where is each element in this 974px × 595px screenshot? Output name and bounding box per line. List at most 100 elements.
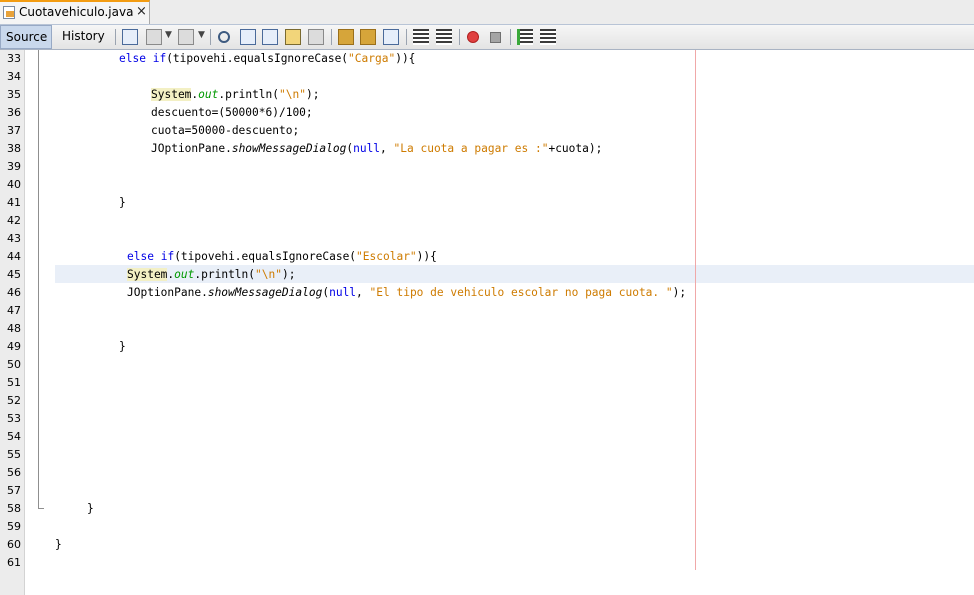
- close-tab-icon[interactable]: ×: [136, 4, 147, 19]
- keyword-token: if: [152, 52, 167, 65]
- keyword-token: null: [329, 286, 357, 299]
- code-line-37[interactable]: cuota=50000-descuento;: [151, 122, 299, 140]
- line-number: 44: [7, 250, 21, 263]
- line-number: 41: [7, 196, 21, 209]
- line-number: 37: [7, 124, 21, 137]
- line-number: 57: [7, 484, 21, 497]
- source-mode-button[interactable]: Source: [0, 25, 52, 49]
- forward-dropdown-icon[interactable]: ▼: [198, 30, 205, 40]
- code-line-45[interactable]: System.out.println("\n");: [127, 266, 295, 284]
- toolbar-separator: [459, 29, 460, 45]
- find-icon[interactable]: [218, 31, 230, 43]
- start-macro-recording-icon[interactable]: [467, 31, 479, 43]
- toggle-rectangular-selection-icon[interactable]: [308, 29, 324, 45]
- line-number: 38: [7, 142, 21, 155]
- toolbar-separator: [406, 29, 407, 45]
- line-number: 51: [7, 376, 21, 389]
- string-token: "Escolar": [356, 250, 417, 263]
- history-mode-button[interactable]: History: [57, 25, 109, 49]
- line-number: 39: [7, 160, 21, 173]
- file-tab-title[interactable]: Cuotavehiculo.java: [19, 5, 133, 19]
- fold-guide-end: [38, 508, 44, 509]
- code-line-38[interactable]: JOptionPane.showMessageDialog(null, "La …: [151, 140, 602, 158]
- toolbar-separator: [115, 29, 116, 45]
- uncomment-icon[interactable]: [540, 29, 556, 45]
- code-token: );: [305, 88, 320, 101]
- code-line-46[interactable]: JOptionPane.showMessageDialog(null, "El …: [127, 284, 686, 302]
- line-number: 61: [7, 556, 21, 569]
- fold-margin: [25, 50, 45, 595]
- code-token: (tipovehi.equalsIgnoreCase(: [174, 250, 357, 263]
- code-token: );: [672, 286, 687, 299]
- line-number: 56: [7, 466, 21, 479]
- comment-icon[interactable]: [517, 29, 533, 45]
- code-line-44[interactable]: else if(tipovehi.equalsIgnoreCase("Escol…: [127, 248, 437, 266]
- code-token: (tipovehi.equalsIgnoreCase(: [166, 52, 349, 65]
- field-token: out: [174, 268, 195, 281]
- code-line-49[interactable]: }: [119, 338, 126, 356]
- method-token: showMessageDialog: [231, 142, 347, 155]
- previous-bookmark-icon[interactable]: [338, 29, 354, 45]
- editor-tab-bar: Cuotavehiculo.java ×: [0, 0, 974, 25]
- editor-toolbar: Source History ▼ ▼: [0, 25, 974, 50]
- last-edit-icon[interactable]: [122, 29, 138, 45]
- code-token: )){: [416, 250, 437, 263]
- next-bookmark-icon[interactable]: [360, 29, 376, 45]
- file-tab[interactable]: Cuotavehiculo.java ×: [0, 0, 150, 24]
- code-line-41[interactable]: }: [119, 194, 126, 212]
- code-token: JOptionPane.: [127, 286, 208, 299]
- line-number: 45: [7, 268, 21, 281]
- code-line-36[interactable]: descuento=(50000*6)/100;: [151, 104, 313, 122]
- line-number: 53: [7, 412, 21, 425]
- keyword-token: if: [160, 250, 175, 263]
- string-token: "\n": [279, 88, 306, 101]
- string-token: "Carga": [348, 52, 396, 65]
- line-number: 52: [7, 394, 21, 407]
- line-number: 43: [7, 232, 21, 245]
- highlighted-identifier: System: [151, 88, 192, 101]
- line-number: 50: [7, 358, 21, 371]
- line-number: 48: [7, 322, 21, 335]
- code-line-58[interactable]: }: [87, 500, 94, 518]
- line-number: 40: [7, 178, 21, 191]
- forward-icon[interactable]: [178, 29, 194, 45]
- code-line-60[interactable]: }: [55, 536, 62, 554]
- java-file-icon: [3, 6, 15, 19]
- highlighted-identifier: System: [127, 268, 168, 281]
- back-dropdown-icon[interactable]: ▼: [165, 30, 172, 40]
- line-number: 33: [7, 52, 21, 65]
- code-line-33[interactable]: else if(tipovehi.equalsIgnoreCase("Carga…: [119, 50, 415, 68]
- string-token: "El tipo de vehiculo escolar no paga cuo…: [369, 286, 673, 299]
- right-margin-line: [695, 50, 696, 570]
- keyword-token: else: [119, 52, 146, 65]
- line-number: 59: [7, 520, 21, 533]
- code-line-35[interactable]: System.out.println("\n");: [151, 86, 319, 104]
- stop-macro-recording-icon[interactable]: [490, 32, 501, 43]
- keyword-token: else: [127, 250, 154, 263]
- method-token: showMessageDialog: [207, 286, 323, 299]
- toggle-bookmark-icon[interactable]: [383, 29, 399, 45]
- line-number: 34: [7, 70, 21, 83]
- code-token: +cuota);: [548, 142, 603, 155]
- find-previous-icon[interactable]: [240, 29, 256, 45]
- line-number: 58: [7, 502, 21, 515]
- line-number: 60: [7, 538, 21, 551]
- line-number: 36: [7, 106, 21, 119]
- code-token: JOptionPane.: [151, 142, 232, 155]
- code-token: ,: [380, 142, 394, 155]
- shift-left-icon[interactable]: [413, 29, 429, 45]
- toolbar-separator: [331, 29, 332, 45]
- line-number: 47: [7, 304, 21, 317]
- code-token: .println(: [218, 88, 280, 101]
- shift-right-icon[interactable]: [436, 29, 452, 45]
- find-next-icon[interactable]: [262, 29, 278, 45]
- toolbar-separator: [210, 29, 211, 45]
- line-number: 49: [7, 340, 21, 353]
- string-token: "La cuota a pagar es :": [393, 142, 549, 155]
- code-token: )){: [395, 52, 416, 65]
- back-icon[interactable]: [146, 29, 162, 45]
- line-number: 55: [7, 448, 21, 461]
- keyword-token: null: [353, 142, 381, 155]
- toggle-highlight-icon[interactable]: [285, 29, 301, 45]
- line-number: 42: [7, 214, 21, 227]
